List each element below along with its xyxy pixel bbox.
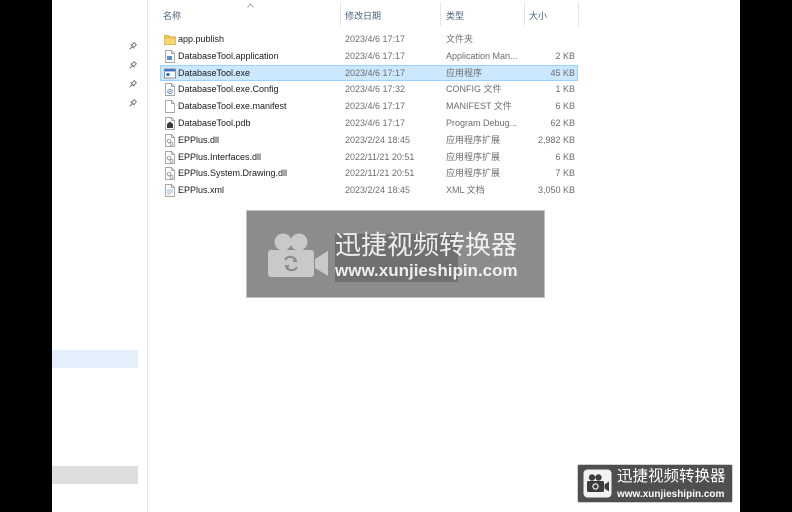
watermark-url: www.xunjieshipin.com bbox=[335, 261, 518, 280]
file-name: EPPlus.Interfaces.dll bbox=[178, 151, 262, 162]
file-name: EPPlus.xml bbox=[178, 185, 225, 196]
file-name: DatabaseTool.application bbox=[178, 50, 279, 61]
column-header-name[interactable]: 名称 bbox=[163, 6, 181, 26]
file-type: 应用程序 bbox=[446, 67, 483, 78]
logo-url: www.xunjieshipin.com bbox=[617, 489, 725, 500]
file-modified-date: 2023/4/6 17:32 bbox=[345, 84, 406, 95]
file-size: 2,982 KB bbox=[537, 134, 575, 145]
xml-file-icon bbox=[164, 184, 176, 198]
file-size: 2 KB bbox=[555, 50, 575, 61]
video-camera-icon bbox=[583, 469, 612, 498]
file-modified-date: 2023/4/6 17:17 bbox=[345, 117, 406, 128]
nav-highlighted-item[interactable] bbox=[52, 466, 138, 484]
file-name: EPPlus.dll bbox=[178, 134, 220, 145]
file-type: XML 文档 bbox=[446, 185, 485, 196]
file-name: DatabaseTool.pdb bbox=[178, 117, 251, 128]
file-modified-date: 2023/2/24 18:45 bbox=[345, 134, 411, 145]
file-row[interactable]: EPPlus.Interfaces.dll 2022/11/21 20:51 应… bbox=[160, 149, 578, 166]
file-row[interactable]: app.publish 2023/4/6 17:17 文件夹 bbox=[160, 31, 578, 48]
navigation-pane bbox=[52, 0, 138, 512]
manifest-file-icon bbox=[164, 100, 176, 114]
file-name: DatabaseTool.exe.manifest bbox=[178, 101, 287, 112]
file-size: 62 KB bbox=[550, 117, 575, 128]
file-modified-date: 2023/4/6 17:17 bbox=[345, 50, 406, 61]
file-row[interactable]: EPPlus.xml 2023/2/24 18:45 XML 文档 3,050 … bbox=[160, 182, 578, 199]
dll-file-icon bbox=[164, 133, 176, 147]
watermark-overlay: 迅捷视频转换器 www.xunjieshipin.com bbox=[246, 210, 545, 298]
pin-icon[interactable] bbox=[128, 61, 137, 70]
file-modified-date: 2023/4/6 17:17 bbox=[345, 34, 406, 44]
file-row[interactable]: EPPlus.dll 2023/2/24 18:45 应用程序扩展 2,982 … bbox=[160, 132, 578, 149]
dll-file-icon bbox=[164, 167, 176, 181]
column-divider[interactable] bbox=[524, 2, 525, 26]
column-header-type[interactable]: 类型 bbox=[446, 6, 464, 26]
file-row[interactable]: EPPlus.System.Drawing.dll 2022/11/21 20:… bbox=[160, 165, 578, 182]
file-size: 1 KB bbox=[555, 84, 575, 95]
file-modified-date: 2022/11/21 20:51 bbox=[345, 168, 415, 179]
file-type: 应用程序扩展 bbox=[446, 168, 501, 179]
file-size: 6 KB bbox=[555, 151, 575, 162]
file-name: app.publish bbox=[178, 34, 225, 44]
column-divider[interactable] bbox=[440, 2, 441, 26]
file-row[interactable]: DatabaseTool.exe 2023/4/6 17:17 应用程序 45 … bbox=[160, 64, 578, 82]
file-name: DatabaseTool.exe bbox=[178, 67, 251, 78]
file-type: 应用程序扩展 bbox=[446, 134, 501, 145]
file-type: 文件夹 bbox=[446, 34, 474, 44]
file-size: 3,050 KB bbox=[537, 185, 575, 196]
file-name: EPPlus.System.Drawing.dll bbox=[178, 168, 288, 179]
file-list: app.publish 2023/4/6 17:17 文件夹 DatabaseT… bbox=[160, 31, 578, 199]
file-name: DatabaseTool.exe.Config bbox=[178, 84, 279, 95]
file-type: Application Man... bbox=[446, 50, 518, 61]
pane-splitter[interactable] bbox=[147, 0, 148, 512]
column-divider[interactable] bbox=[340, 2, 341, 26]
file-size: 6 KB bbox=[555, 101, 575, 112]
file-row[interactable]: DatabaseTool.exe.manifest 2023/4/6 17:17… bbox=[160, 98, 578, 115]
file-type: 应用程序扩展 bbox=[446, 151, 501, 162]
sort-ascending-icon bbox=[247, 3, 254, 8]
file-type: Program Debug... bbox=[446, 117, 518, 128]
file-modified-date: 2023/4/6 17:17 bbox=[345, 101, 406, 112]
column-header-modified[interactable]: 修改日期 bbox=[345, 6, 381, 26]
folder-icon bbox=[164, 33, 176, 46]
pin-icon[interactable] bbox=[128, 80, 137, 89]
pin-icon[interactable] bbox=[128, 99, 137, 108]
column-divider[interactable] bbox=[578, 2, 579, 26]
file-type: MANIFEST 文件 bbox=[446, 101, 512, 112]
application-file-icon bbox=[164, 49, 176, 63]
file-type: CONFIG 文件 bbox=[446, 84, 502, 95]
watermark-title: 迅捷视频转换器 bbox=[335, 230, 518, 260]
dll-file-icon bbox=[164, 150, 176, 164]
file-size: 7 KB bbox=[555, 168, 575, 179]
file-row[interactable]: DatabaseTool.application 2023/4/6 17:17 … bbox=[160, 48, 578, 65]
exe-icon bbox=[164, 67, 176, 80]
nav-selected-item[interactable] bbox=[52, 350, 138, 368]
column-header-size[interactable]: 大小 bbox=[529, 6, 547, 26]
file-modified-date: 2023/4/6 17:17 bbox=[345, 67, 406, 78]
logo-title: 迅捷视频转换器 bbox=[617, 468, 726, 485]
file-row[interactable]: DatabaseTool.pdb 2023/4/6 17:17 Program … bbox=[160, 115, 578, 132]
file-modified-date: 2022/11/21 20:51 bbox=[345, 151, 415, 162]
pin-icon[interactable] bbox=[128, 42, 137, 51]
video-camera-icon bbox=[264, 230, 330, 280]
corner-logo: 迅捷视频转换器 www.xunjieshipin.com bbox=[577, 464, 733, 503]
file-size: 45 KB bbox=[550, 67, 575, 78]
config-file-icon bbox=[164, 83, 176, 97]
pdb-file-icon bbox=[164, 117, 176, 130]
file-modified-date: 2023/2/24 18:45 bbox=[345, 185, 411, 196]
file-row[interactable]: DatabaseTool.exe.Config 2023/4/6 17:32 C… bbox=[160, 81, 578, 98]
